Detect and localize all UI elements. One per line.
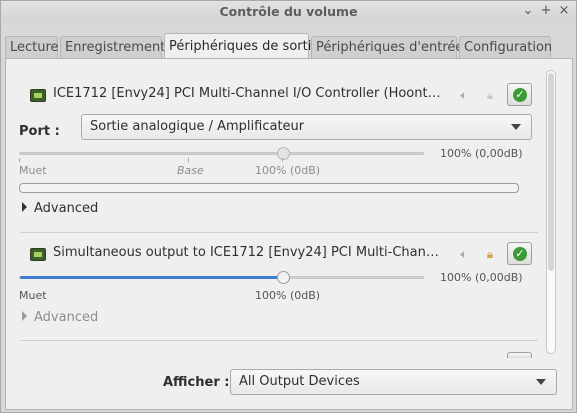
- separator: [20, 232, 538, 233]
- expander-arrow-icon: [22, 311, 27, 321]
- volume-control-window: Contrôle du volume ⌄ + × Lecture Enregis…: [0, 0, 577, 413]
- scrollbar-thumb[interactable]: [548, 73, 554, 271]
- volume-slider[interactable]: [19, 147, 424, 160]
- expander-arrow-icon: [22, 202, 27, 212]
- advanced-label: Advanced: [34, 201, 99, 216]
- volume-slider-fill: [20, 276, 284, 279]
- checkmark-icon: ✓: [513, 88, 527, 102]
- volume-slider-knob[interactable]: [277, 147, 290, 160]
- output-devices-panel: ICE1712 [Envy24] PCI Multi-Channel I/O C…: [5, 58, 573, 410]
- device-card: ICE1712 [Envy24] PCI Multi-Channel I/O C…: [19, 83, 535, 256]
- close-button[interactable]: ×: [556, 3, 572, 19]
- show-devices-select[interactable]: All Output Devices: [230, 369, 557, 395]
- lock-icon[interactable]: 🔒︎: [481, 86, 499, 104]
- set-default-button[interactable]: ✓: [507, 242, 532, 265]
- set-default-button[interactable]: ✓: [507, 83, 532, 106]
- scrollbar[interactable]: [546, 70, 556, 354]
- chevron-down-icon: [536, 379, 546, 385]
- mark-mute: Muet: [19, 289, 47, 302]
- sound-card-icon: [30, 89, 46, 102]
- advanced-expander[interactable]: Advanced: [22, 201, 98, 216]
- advanced-expander[interactable]: Advanced: [22, 310, 98, 325]
- volume-value: 100% (0,00dB): [440, 147, 523, 160]
- volume-slider[interactable]: [19, 271, 424, 284]
- peak-meter: [19, 183, 519, 193]
- mark-100: 100% (0dB): [255, 289, 321, 302]
- device-name: ICE1712 [Envy24] PCI Multi-Channel I/O C…: [53, 86, 443, 101]
- show-devices-value: All Output Devices: [239, 374, 360, 389]
- mark-100: 100% (0dB): [255, 164, 321, 177]
- speaker-icon[interactable]: 🔈︎: [455, 86, 473, 104]
- advanced-label: Advanced: [34, 310, 99, 325]
- device-name: Simultaneous output to ICE1712 [Envy24] …: [53, 245, 443, 260]
- port-value: Sortie analogique / Amplificateur: [90, 119, 305, 134]
- port-label: Port :: [19, 124, 60, 139]
- speaker-icon[interactable]: 🔈︎: [455, 245, 473, 263]
- tab-configuration[interactable]: Configuration: [459, 36, 552, 59]
- window-title: Contrôle du volume: [219, 4, 358, 19]
- mark-mute: Muet: [19, 164, 47, 177]
- checkmark-icon: ✓: [513, 247, 527, 261]
- tick-100: [282, 158, 283, 162]
- tick-mute: [19, 158, 20, 162]
- volume-value: 100% (0,00dB): [440, 271, 523, 284]
- minimize-button[interactable]: ⌄: [520, 3, 536, 19]
- tab-recording[interactable]: Enregistrement: [60, 36, 165, 59]
- sound-card-icon: [30, 248, 46, 261]
- chevron-down-icon: [511, 124, 521, 130]
- next-device-default-button: [507, 352, 532, 358]
- tab-output-devices[interactable]: Périphériques de sortie: [164, 33, 319, 60]
- separator: [20, 340, 538, 341]
- mark-base: Base: [177, 164, 204, 177]
- maximize-button[interactable]: +: [538, 3, 554, 19]
- tab-input-devices[interactable]: Périphériques d'entrée: [311, 36, 463, 59]
- lock-icon[interactable]: 🔒︎: [481, 245, 499, 263]
- tab-playback[interactable]: Lecture: [5, 36, 59, 59]
- port-select[interactable]: Sortie analogique / Amplificateur: [81, 114, 532, 140]
- volume-slider-knob[interactable]: [277, 271, 290, 284]
- show-label: Afficher :: [163, 375, 230, 390]
- titlebar: Contrôle du volume ⌄ + ×: [1, 1, 576, 23]
- tick-base: [188, 158, 189, 162]
